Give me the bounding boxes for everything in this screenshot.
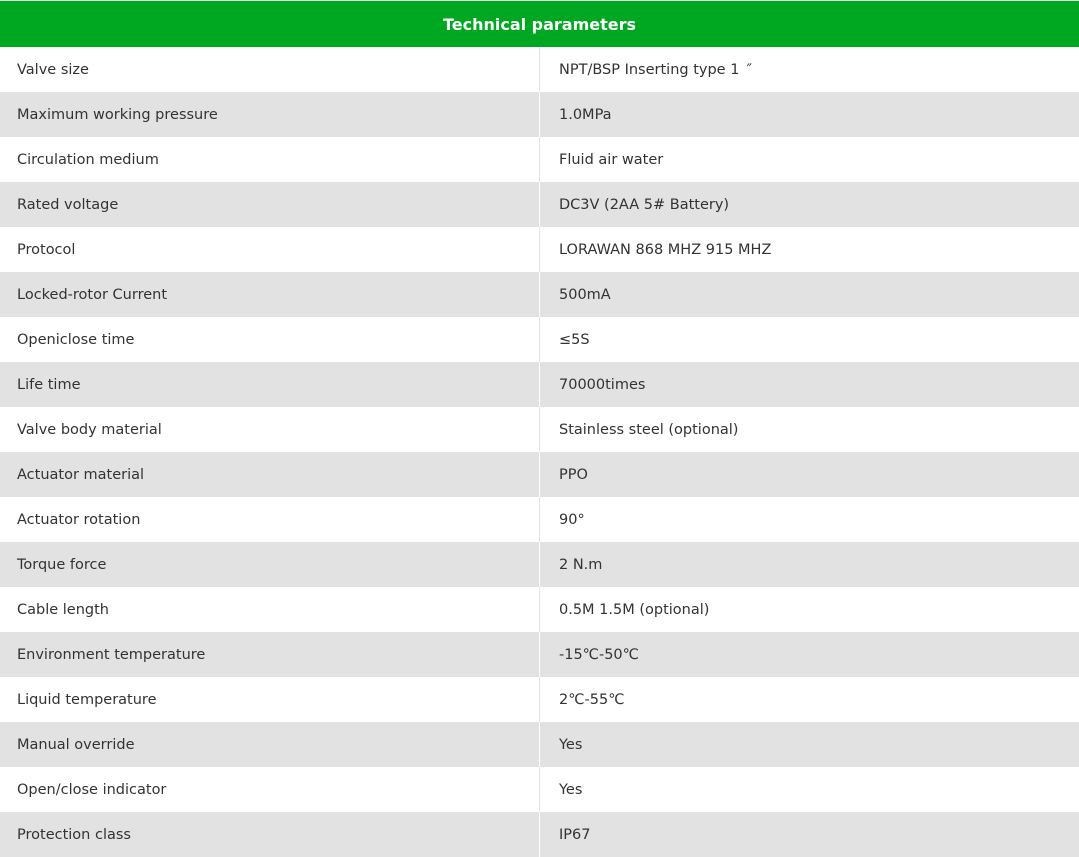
parameter-label: Environment temperature [0,632,540,677]
table-body: Valve sizeNPT/BSP Inserting type 1 ″Maxi… [0,47,1079,857]
parameter-label: Cable length [0,587,540,632]
parameter-value: IP67 [540,812,1079,857]
parameter-value: Stainless steel (optional) [540,407,1079,452]
table-row: Protection classIP67 [0,812,1079,857]
table-row: Torque force2 N.m [0,542,1079,587]
parameter-value: Yes [540,722,1079,767]
parameter-label: Valve size [0,47,540,92]
table-header-row: Technical parameters [0,1,1079,48]
parameter-label: Locked-rotor Current [0,272,540,317]
technical-parameters-table: Technical parameters Valve sizeNPT/BSP I… [0,0,1079,857]
parameter-value: ≤5S [540,317,1079,362]
table-row: Actuator materialPPO [0,452,1079,497]
parameter-label: Torque force [0,542,540,587]
parameter-label: Maximum working pressure [0,92,540,137]
parameter-label: Liquid temperature [0,677,540,722]
parameter-value: 500mA [540,272,1079,317]
parameter-value: Fluid air water [540,137,1079,182]
parameter-value: 90° [540,497,1079,542]
table-title: Technical parameters [0,1,1079,48]
table-row: Maximum working pressure1.0MPa [0,92,1079,137]
parameter-value: 70000times [540,362,1079,407]
table-row: Valve sizeNPT/BSP Inserting type 1 ″ [0,47,1079,92]
parameter-value: 2 N.m [540,542,1079,587]
table-row: Life time70000times [0,362,1079,407]
table-row: ProtocolLORAWAN 868 MHZ 915 MHZ [0,227,1079,272]
parameter-label: Circulation medium [0,137,540,182]
parameter-label: Open/close indicator [0,767,540,812]
table-row: Actuator rotation90° [0,497,1079,542]
parameter-value: 2℃-55℃ [540,677,1079,722]
parameter-value: -15℃-50℃ [540,632,1079,677]
parameter-value: NPT/BSP Inserting type 1 ″ [540,47,1079,92]
table-row: Open/close indicatorYes [0,767,1079,812]
parameter-label: Protocol [0,227,540,272]
parameter-value: LORAWAN 868 MHZ 915 MHZ [540,227,1079,272]
parameter-label: Rated voltage [0,182,540,227]
parameter-value: DC3V (2AA 5# Battery) [540,182,1079,227]
table-row: Rated voltageDC3V (2AA 5# Battery) [0,182,1079,227]
table-row: Valve body materialStainless steel (opti… [0,407,1079,452]
parameter-value: Yes [540,767,1079,812]
parameter-label: Manual override [0,722,540,767]
parameter-label: Actuator rotation [0,497,540,542]
parameter-value: 0.5M 1.5M (optional) [540,587,1079,632]
table-row: Environment temperature-15℃-50℃ [0,632,1079,677]
parameter-label: Protection class [0,812,540,857]
parameter-value: PPO [540,452,1079,497]
table-row: Openiclose time≤5S [0,317,1079,362]
table-row: Cable length0.5M 1.5M (optional) [0,587,1079,632]
parameter-value: 1.0MPa [540,92,1079,137]
parameter-label: Life time [0,362,540,407]
table-row: Manual overrideYes [0,722,1079,767]
table-row: Liquid temperature2℃-55℃ [0,677,1079,722]
parameter-label: Actuator material [0,452,540,497]
table-row: Circulation mediumFluid air water [0,137,1079,182]
parameter-label: Valve body material [0,407,540,452]
parameter-label: Openiclose time [0,317,540,362]
table-row: Locked-rotor Current500mA [0,272,1079,317]
